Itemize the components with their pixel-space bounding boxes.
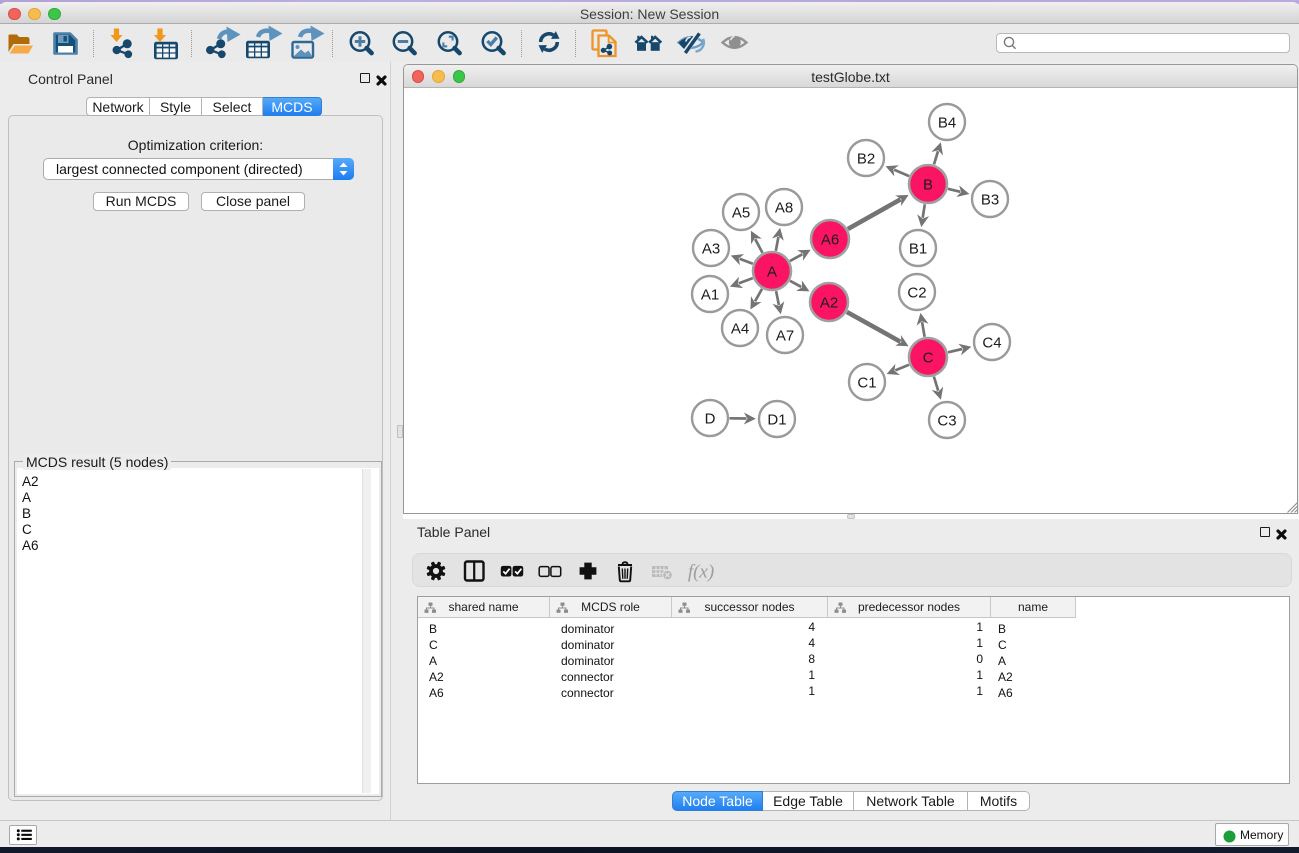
svg-text:B: B (923, 177, 933, 194)
svg-text:A5: A5 (732, 205, 750, 222)
svg-text:f(x): f(x) (688, 562, 714, 583)
svg-text:B1: B1 (909, 241, 927, 258)
svg-text:A4: A4 (731, 321, 749, 338)
svg-text:B3: B3 (981, 192, 999, 209)
svg-text:C2: C2 (907, 285, 926, 302)
svg-text:D: D (705, 411, 716, 428)
svg-text:A: A (767, 264, 777, 281)
svg-text:A7: A7 (776, 328, 794, 345)
svg-text:C: C (923, 350, 934, 367)
svg-text:B4: B4 (938, 115, 956, 132)
svg-text:A1: A1 (701, 287, 719, 304)
svg-text:C4: C4 (982, 335, 1001, 352)
svg-text:C3: C3 (937, 413, 956, 430)
svg-text:D1: D1 (767, 412, 786, 429)
svg-text:C1: C1 (857, 375, 876, 392)
svg-text:A6: A6 (821, 232, 839, 249)
svg-text:A3: A3 (702, 241, 720, 258)
svg-text:A2: A2 (820, 295, 838, 312)
svg-text:A8: A8 (775, 200, 793, 217)
svg-text:B2: B2 (857, 151, 875, 168)
